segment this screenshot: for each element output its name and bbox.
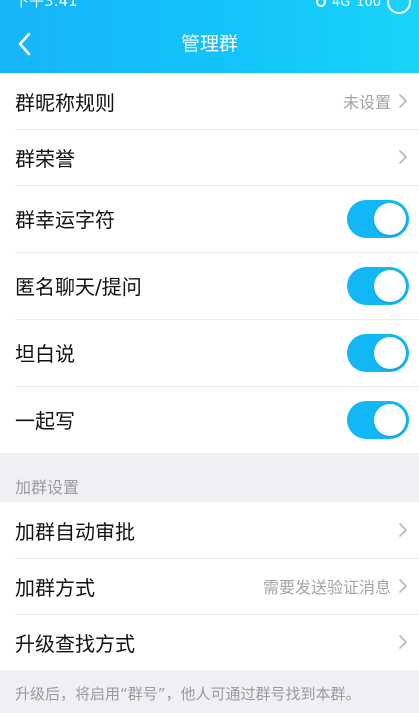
chevron-right-icon	[397, 577, 409, 595]
toggle-knob	[374, 403, 406, 436]
top-bar: 下午3:41 4G 100 管理群	[0, 0, 419, 73]
alarm-icon	[315, 0, 326, 7]
nickname-rule-label: 群昵称规则	[15, 90, 115, 115]
tanbai-row: 坦白说	[0, 319, 419, 386]
auto-approve-label: 加群自动审批	[15, 519, 135, 544]
lucky-char-row: 群幸运字符	[0, 185, 419, 252]
chevron-right-icon	[397, 92, 409, 110]
chevron-right-icon	[397, 521, 409, 539]
upgrade-search-row[interactable]: 升级查找方式	[0, 614, 419, 670]
toggle-knob	[374, 269, 406, 302]
write-together-row: 一起写	[0, 386, 419, 453]
battery-text: 100	[356, 0, 381, 10]
status-bar: 下午3:41 4G 100	[0, 0, 419, 14]
auto-approve-row[interactable]: 加群自动审批	[0, 502, 419, 558]
upgrade-footnote: 升级后，将启用“群号”，他人可通过群号找到本群。	[15, 685, 361, 703]
group-honor-label: 群荣誉	[15, 146, 75, 171]
lucky-char-label: 群幸运字符	[15, 208, 115, 232]
tanbai-toggle[interactable]	[347, 333, 409, 372]
page-title: 管理群	[180, 33, 238, 55]
upgrade-search-label: 升级查找方式	[15, 631, 135, 656]
toggle-knob	[374, 336, 406, 369]
group-honor-row[interactable]: 群荣誉	[0, 129, 419, 185]
join-settings-header: 加群设置	[15, 478, 80, 497]
write-together-label: 一起写	[15, 409, 75, 433]
chevron-right-icon	[397, 148, 409, 166]
write-together-toggle[interactable]	[347, 400, 409, 439]
join-method-row[interactable]: 加群方式 需要发送验证消息	[0, 558, 419, 614]
anonymous-chat-toggle[interactable]	[347, 266, 409, 305]
toggle-knob	[374, 202, 406, 235]
tanbai-label: 坦白说	[15, 342, 75, 366]
join-settings-list: 加群自动审批 加群方式 需要发送验证消息 升级查找方式	[0, 502, 419, 670]
signal-text: 4G	[331, 0, 351, 10]
lucky-char-toggle[interactable]	[347, 199, 409, 238]
join-method-value: 需要发送验证消息	[262, 578, 391, 597]
nickname-rule-value: 未设置	[342, 93, 391, 112]
join-method-label: 加群方式	[15, 575, 95, 600]
anonymous-chat-row: 匿名聊天/提问	[0, 252, 419, 319]
status-indicators: 4G 100	[315, 0, 411, 14]
group-settings-list: 群昵称规则 未设置 群荣誉 群幸运字符 匿名聊天/提问 坦白说 一起写	[0, 73, 419, 453]
anonymous-chat-label: 匿名聊天/提问	[15, 275, 142, 299]
chevron-right-icon	[397, 633, 409, 651]
status-time: 下午3:41	[14, 0, 78, 10]
nickname-rule-row[interactable]: 群昵称规则 未设置	[0, 73, 419, 129]
battery-icon	[387, 0, 411, 14]
